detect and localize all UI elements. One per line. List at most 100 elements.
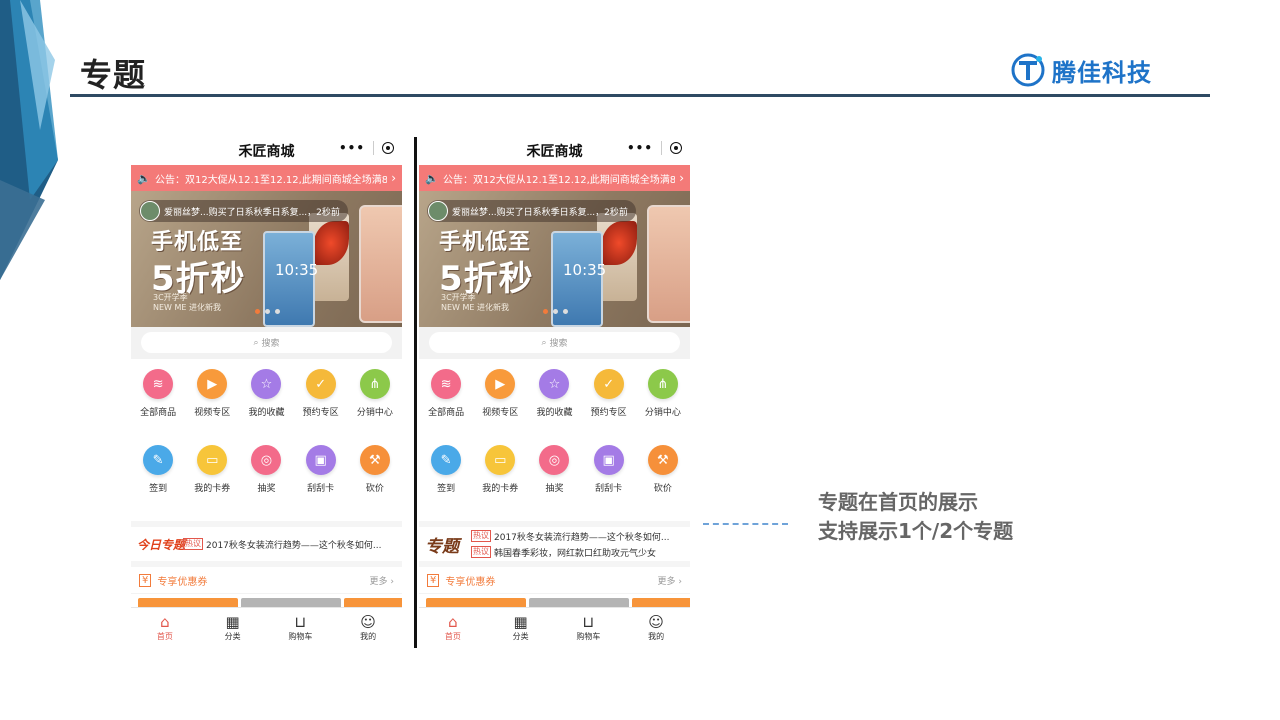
more-dots-icon[interactable]: ••• (627, 141, 653, 155)
search-placeholder: 搜索 (261, 339, 280, 349)
tab-home[interactable]: ⌂ 首页 (419, 608, 487, 647)
speaker-icon: 🔈 (137, 171, 151, 185)
promo-banner[interactable]: 10:35 爱丽丝梦...购买了日系秋季日系复...，2秒前 手机低至 5折秒 … (131, 191, 402, 327)
nav-item-label: 我的卡券 (194, 484, 231, 494)
toast-text: 爱丽丝梦...购买了日系秋季日系复...，2秒前 (452, 207, 628, 218)
nav-grid-row-2: ✎ 签到 ▭ 我的卡券 ◎ 抽奖 ▣ 刮刮卡 ⚒ 砍价 (131, 445, 402, 521)
search-bar: ⌕ 搜索 (131, 327, 402, 359)
scratch-card-icon: ▣ (305, 445, 336, 475)
nav-item[interactable]: ◎ 抽奖 (239, 445, 293, 521)
network-icon: ⋔ (359, 369, 390, 399)
search-input[interactable]: ⌕ 搜索 (429, 332, 680, 353)
home-icon: ⌂ (448, 612, 458, 631)
nav-item[interactable]: ⋔ 分销中心 (636, 369, 690, 445)
tab-cart[interactable]: ⊔ 购物车 (555, 608, 623, 647)
layers-icon: ≋ (143, 369, 174, 399)
nav-item-label: 砍价 (653, 484, 672, 494)
pager-dot[interactable] (275, 309, 280, 314)
banner-phone-pink (647, 205, 690, 323)
nav-item[interactable]: ✎ 签到 (419, 445, 473, 521)
ticket-icon: ¥ (139, 573, 152, 587)
nav-item[interactable]: ▭ 我的卡券 (185, 445, 239, 521)
nav-item[interactable]: ⚒ 砍价 (348, 445, 402, 521)
nav-item[interactable]: ✎ 签到 (131, 445, 185, 521)
nav-item-label: 我的收藏 (248, 408, 285, 418)
nav-item[interactable]: ☆ 我的收藏 (239, 369, 293, 445)
nav-item-label: 预约专区 (302, 408, 339, 418)
nav-item[interactable]: ☆ 我的收藏 (527, 369, 581, 445)
nav-item[interactable]: ≋ 全部商品 (419, 369, 473, 445)
slide-title: 专题 (80, 56, 147, 94)
topic-logo: 今日专题 (137, 537, 186, 552)
calendar-check-icon: ✓ (305, 369, 336, 399)
topic-list: 热议 2017秋冬女装流行趋势——这个秋冬如何... 热议 韩国春季彩妆，网红款口红助… (471, 530, 670, 559)
app-header: 禾匠商城 ••• (419, 137, 690, 165)
nav-grid-row-1: ≋ 全部商品 ▶ 视频专区 ☆ 我的收藏 ✓ 预约专区 ⋔ 分销中心 (131, 369, 402, 445)
annotation-connector (703, 523, 788, 525)
hot-tag: 热议 (471, 546, 491, 558)
notice-bar[interactable]: 🔈 公告：双12大促从12.1至12.12,此期间商城全场满88 › (131, 165, 402, 191)
notice-bar[interactable]: 🔈 公告：双12大促从12.1至12.12,此期间商城全场满88 › (419, 165, 690, 191)
topic-item[interactable]: 热议 韩国春季彩妆，网红款口红助攻元气少女 (471, 546, 670, 559)
nav-item[interactable]: ▣ 刮刮卡 (294, 445, 348, 521)
nav-item[interactable]: ▶ 视频专区 (185, 369, 239, 445)
avatar (140, 201, 160, 221)
search-icon: ⌕ (541, 337, 547, 348)
capsule-separator (373, 141, 374, 155)
nav-item[interactable]: ▶ 视频专区 (473, 369, 527, 445)
nav-item[interactable]: ⋔ 分销中心 (348, 369, 402, 445)
layers-icon: ≋ (431, 369, 462, 399)
hammer-icon: ⚒ (359, 445, 390, 475)
nav-item[interactable]: ✓ 预约专区 (294, 369, 348, 445)
close-target-icon[interactable] (670, 142, 682, 154)
close-target-icon[interactable] (382, 142, 394, 154)
banner-phone-time: 10:35 (563, 261, 607, 279)
more-dots-icon[interactable]: ••• (339, 141, 365, 155)
nav-item-label: 预约专区 (590, 408, 627, 418)
capsule-menu[interactable]: ••• (627, 141, 682, 155)
tab-grid[interactable]: ▦ 分类 (487, 608, 555, 647)
star-icon: ☆ (539, 369, 570, 399)
topic-item[interactable]: 热议 2017秋冬女装流行趋势——这个秋冬如何... (183, 538, 382, 551)
tab-label: 分类 (224, 631, 241, 641)
search-input[interactable]: ⌕ 搜索 (141, 332, 392, 353)
nav-item[interactable]: ▣ 刮刮卡 (582, 445, 636, 521)
pager-dot[interactable] (255, 309, 260, 314)
pager-dot[interactable] (543, 309, 548, 314)
card-icon: ▭ (197, 445, 228, 475)
tab-user[interactable]: ☺ 我的 (334, 608, 402, 647)
chevron-right-icon: › (391, 171, 396, 185)
pager-dot[interactable] (265, 309, 270, 314)
nav-item[interactable]: ◎ 抽奖 (527, 445, 581, 521)
phone-screen-left: 禾匠商城 ••• 🔈 公告：双12大促从12.1至12.12,此期间商城全场满8… (131, 137, 402, 647)
pager-dot[interactable] (563, 309, 568, 314)
topic-item-text: 韩国春季彩妆，网红款口红助攻元气少女 (494, 548, 657, 559)
promo-banner[interactable]: 10:35 爱丽丝梦...购买了日系秋季日系复...，2秒前 手机低至 5折秒 … (419, 191, 690, 327)
nav-item[interactable]: ⚒ 砍价 (636, 445, 690, 521)
capsule-menu[interactable]: ••• (339, 141, 394, 155)
nav-item[interactable]: ✓ 预约专区 (582, 369, 636, 445)
coupon-more-link[interactable]: 更多 › (370, 574, 394, 587)
pen-icon: ✎ (431, 445, 462, 475)
video-icon: ▶ (197, 369, 228, 399)
screens-divider (414, 137, 417, 648)
coupon-more-link[interactable]: 更多 › (658, 574, 682, 587)
scratch-card-icon: ▣ (593, 445, 624, 475)
tab-grid[interactable]: ▦ 分类 (199, 608, 267, 647)
user-icon: ☺ (360, 612, 376, 631)
purchase-toast: 爱丽丝梦...购买了日系秋季日系复...，2秒前 (139, 200, 348, 222)
topic-section[interactable]: 专题 热议 2017秋冬女装流行趋势——这个秋冬如何... 热议 韩国春季彩妆，网红款… (419, 521, 690, 561)
title-divider (70, 94, 1210, 97)
tab-user[interactable]: ☺ 我的 (622, 608, 690, 647)
nav-item[interactable]: ≋ 全部商品 (131, 369, 185, 445)
nav-item[interactable]: ▭ 我的卡券 (473, 445, 527, 521)
tab-cart[interactable]: ⊔ 购物车 (267, 608, 335, 647)
tab-home[interactable]: ⌂ 首页 (131, 608, 199, 647)
notice-text: 公告：双12大促从12.1至12.12,此期间商城全场满88 (443, 174, 675, 186)
topic-section[interactable]: 今日专题 热议 2017秋冬女装流行趋势——这个秋冬如何... (131, 521, 402, 561)
topic-item[interactable]: 热议 2017秋冬女装流行趋势——这个秋冬如何... (471, 530, 670, 543)
notice-text: 公告：双12大促从12.1至12.12,此期间商城全场满88 (155, 174, 387, 186)
pager-dot[interactable] (553, 309, 558, 314)
slide-decoration (0, 0, 58, 280)
tab-label: 首页 (156, 631, 173, 641)
